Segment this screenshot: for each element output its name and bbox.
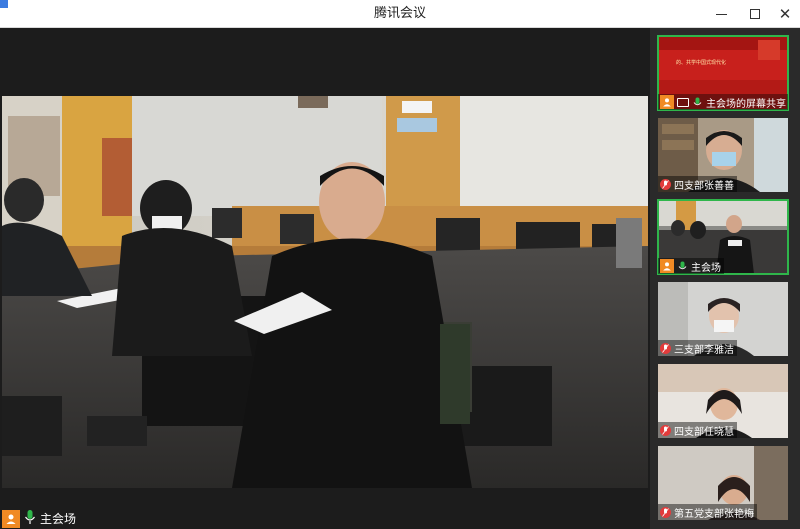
- main-video-label: 主会场: [2, 508, 76, 529]
- user-icon: [2, 509, 20, 528]
- participant-tile[interactable]: 第五党支部张艳梅: [658, 446, 788, 520]
- participant-tile-screen-share[interactable]: 的、共学中国式现代化 主会场的屏幕共享: [657, 35, 789, 111]
- slide-text: 的、共学中国式现代化: [676, 59, 726, 66]
- title-bar: 腾讯会议 ✕: [0, 0, 800, 28]
- window-title: 腾讯会议: [373, 6, 426, 21]
- participant-label: 四支部任晓慧: [658, 422, 737, 438]
- mic-muted-icon[interactable]: [660, 342, 671, 354]
- participant-sidebar: 的、共学中国式现代化 主会场的屏幕共享 四支部张善善 主会场 三支部李雅洁 四支…: [650, 28, 800, 529]
- participant-name: 第五党支部张艳梅: [674, 508, 754, 520]
- user-icon: [660, 95, 674, 109]
- participant-name: 四支部张善善: [674, 180, 734, 192]
- minimize-icon: [715, 13, 727, 15]
- minimize-button[interactable]: [704, 0, 738, 28]
- participant-label: 第五党支部张艳梅: [658, 504, 757, 520]
- mic-on-icon[interactable]: [677, 261, 688, 272]
- participant-name: 四支部任晓慧: [674, 426, 734, 438]
- participant-label: 三支部李雅洁: [658, 340, 737, 356]
- screen-share-icon: [677, 97, 689, 107]
- main-video[interactable]: [2, 96, 648, 488]
- mic-muted-icon[interactable]: [660, 506, 671, 518]
- maximize-button[interactable]: [738, 0, 772, 28]
- participant-name: 主会场的屏幕共享: [706, 98, 786, 110]
- participant-name: 三支部李雅洁: [674, 344, 734, 356]
- mic-on-icon[interactable]: [692, 97, 703, 108]
- participant-tile[interactable]: 四支部任晓慧: [658, 364, 788, 438]
- participant-label: 主会场: [658, 258, 724, 274]
- close-button[interactable]: ✕: [768, 0, 800, 28]
- speaker-name: 主会场: [40, 512, 77, 526]
- maximize-icon: [750, 9, 760, 19]
- participant-label: 主会场的屏幕共享: [658, 94, 788, 110]
- mic-muted-icon[interactable]: [660, 424, 671, 436]
- main-stage: [0, 28, 650, 529]
- main-video-frame: [2, 96, 648, 488]
- participant-name: 主会场: [691, 262, 721, 274]
- participant-tile[interactable]: 四支部张善善: [658, 118, 788, 192]
- user-icon: [660, 259, 674, 273]
- participant-label: 四支部张善善: [658, 176, 737, 192]
- participant-tile-active[interactable]: 主会场: [657, 199, 789, 275]
- mic-muted-icon[interactable]: [660, 178, 671, 190]
- participant-tile[interactable]: 三支部李雅洁: [658, 282, 788, 356]
- close-icon: ✕: [778, 4, 792, 23]
- mic-on-icon[interactable]: [24, 509, 36, 528]
